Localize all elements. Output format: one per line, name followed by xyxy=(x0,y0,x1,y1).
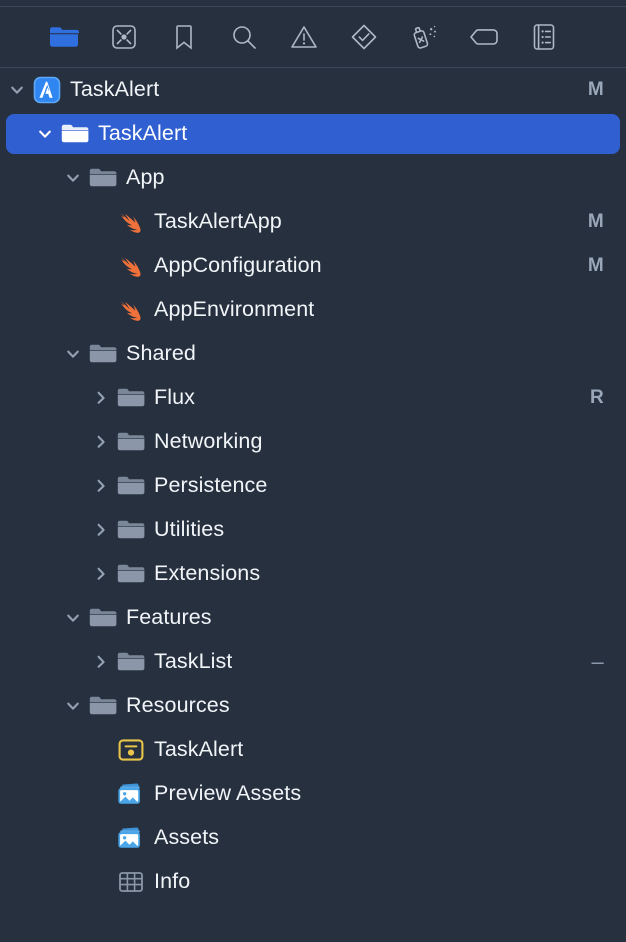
tree-row[interactable]: Networking xyxy=(0,420,626,464)
tag-icon xyxy=(469,27,499,47)
source-control-status-badge: R xyxy=(589,387,604,408)
folder-icon xyxy=(86,607,120,629)
tree-row-label: Persistence xyxy=(154,475,268,497)
folder-icon xyxy=(114,387,148,409)
tree-row[interactable]: TaskAlert M xyxy=(0,68,626,112)
tree-row[interactable]: Flux R xyxy=(0,376,626,420)
tree-row[interactable]: AppEnvironment xyxy=(0,288,626,332)
bookmark-icon xyxy=(174,24,194,50)
tree-row-label: Resources xyxy=(126,695,230,717)
tree-row-label: TaskAlert xyxy=(98,123,188,145)
folder-icon xyxy=(114,475,148,497)
folder-icon xyxy=(58,123,92,145)
folder-icon xyxy=(86,343,120,365)
chevron-right-icon[interactable] xyxy=(88,566,114,582)
tree-row-label: Assets xyxy=(154,827,220,849)
project-file-tree[interactable]: TaskAlert M TaskAlert App TaskAlertApp M AppCo… xyxy=(0,68,626,942)
spray-can-icon xyxy=(410,23,438,51)
tree-row[interactable]: Features xyxy=(0,596,626,640)
tree-row[interactable]: Extensions xyxy=(0,552,626,596)
chevron-right-icon[interactable] xyxy=(88,434,114,450)
tree-row[interactable]: AppConfiguration M xyxy=(0,244,626,288)
chevron-right-icon[interactable] xyxy=(88,478,114,494)
search-icon xyxy=(231,24,257,50)
chevron-down-icon[interactable] xyxy=(60,698,86,714)
plist-icon xyxy=(114,870,148,894)
nav-tab-issue-navigator[interactable] xyxy=(284,17,324,57)
nav-tab-source-control-navigator[interactable] xyxy=(104,17,144,57)
tree-row[interactable]: Persistence xyxy=(0,464,626,508)
tree-row[interactable]: Preview Assets xyxy=(0,772,626,816)
folder-icon xyxy=(114,563,148,585)
chevron-down-icon[interactable] xyxy=(60,170,86,186)
tree-row-label: App xyxy=(126,167,165,189)
chevron-right-icon[interactable] xyxy=(88,654,114,670)
tree-row[interactable]: Info xyxy=(0,860,626,904)
nav-tab-debug-navigator[interactable] xyxy=(404,17,444,57)
nav-tab-report-navigator[interactable] xyxy=(524,17,564,57)
tree-row-label: Flux xyxy=(154,387,196,409)
nav-tab-breakpoint-navigator[interactable] xyxy=(464,17,504,57)
tree-row-label: Utilities xyxy=(154,519,225,541)
window-top-divider xyxy=(0,0,626,7)
tree-row[interactable]: App xyxy=(0,156,626,200)
nav-tab-project-navigator[interactable] xyxy=(44,17,84,57)
tree-row[interactable]: Shared xyxy=(0,332,626,376)
tree-row[interactable]: Assets xyxy=(0,816,626,860)
nav-tab-bookmark-navigator[interactable] xyxy=(164,17,204,57)
folder-icon xyxy=(114,519,148,541)
tree-row[interactable]: TaskList – xyxy=(0,640,626,684)
folder-icon xyxy=(49,25,79,49)
chevron-right-icon[interactable] xyxy=(88,522,114,538)
folder-icon xyxy=(114,431,148,453)
chevron-down-icon[interactable] xyxy=(4,82,30,98)
tree-row-label: TaskAlert xyxy=(154,739,244,761)
source-control-status-badge: – xyxy=(591,649,604,674)
tree-row[interactable]: TaskAlert xyxy=(0,728,626,772)
tree-row-label: Preview Assets xyxy=(154,783,302,805)
tree-row-label: TaskAlert xyxy=(70,79,160,101)
navigator-selector-bar xyxy=(0,7,626,68)
tree-row-label: AppConfiguration xyxy=(154,255,322,277)
report-list-icon xyxy=(532,23,556,51)
nav-tab-test-navigator[interactable] xyxy=(344,17,384,57)
tree-row[interactable]: Resources xyxy=(0,684,626,728)
source-control-status-badge: M xyxy=(587,211,604,232)
source-control-status-badge: M xyxy=(587,255,604,276)
warning-triangle-icon xyxy=(290,24,318,50)
asset-catalog-icon xyxy=(114,782,148,806)
chevron-down-icon[interactable] xyxy=(32,126,58,142)
folder-icon xyxy=(114,651,148,673)
tree-row-label: TaskAlertApp xyxy=(154,211,282,233)
chevron-down-icon[interactable] xyxy=(60,346,86,362)
chevron-down-icon[interactable] xyxy=(60,610,86,626)
tree-row-label: Info xyxy=(154,871,191,893)
project-navigator-panel: TaskAlert M TaskAlert App TaskAlertApp M AppCo… xyxy=(0,0,626,942)
nav-tab-find-navigator[interactable] xyxy=(224,17,264,57)
folder-icon xyxy=(86,695,120,717)
diamond-check-icon xyxy=(350,23,378,51)
tree-row-label: Extensions xyxy=(154,563,261,585)
tree-row-label: TaskList xyxy=(154,651,233,673)
tree-row-label: Networking xyxy=(154,431,263,453)
chevron-right-icon[interactable] xyxy=(88,390,114,406)
tree-row-label: Shared xyxy=(126,343,196,365)
swift-file-icon xyxy=(114,210,148,234)
tree-row[interactable]: TaskAlertApp M xyxy=(0,200,626,244)
source-control-status-badge: M xyxy=(587,79,604,100)
xcode-project-icon xyxy=(30,76,64,104)
entitlements-icon xyxy=(114,738,148,762)
tree-row-label: Features xyxy=(126,607,212,629)
folder-icon xyxy=(86,167,120,189)
tree-row-label: AppEnvironment xyxy=(154,299,315,321)
asset-catalog-icon xyxy=(114,826,148,850)
swift-file-icon xyxy=(114,298,148,322)
tree-row[interactable]: Utilities xyxy=(0,508,626,552)
swift-file-icon xyxy=(114,254,148,278)
source-control-icon xyxy=(111,24,137,50)
tree-row[interactable]: TaskAlert xyxy=(0,112,626,156)
